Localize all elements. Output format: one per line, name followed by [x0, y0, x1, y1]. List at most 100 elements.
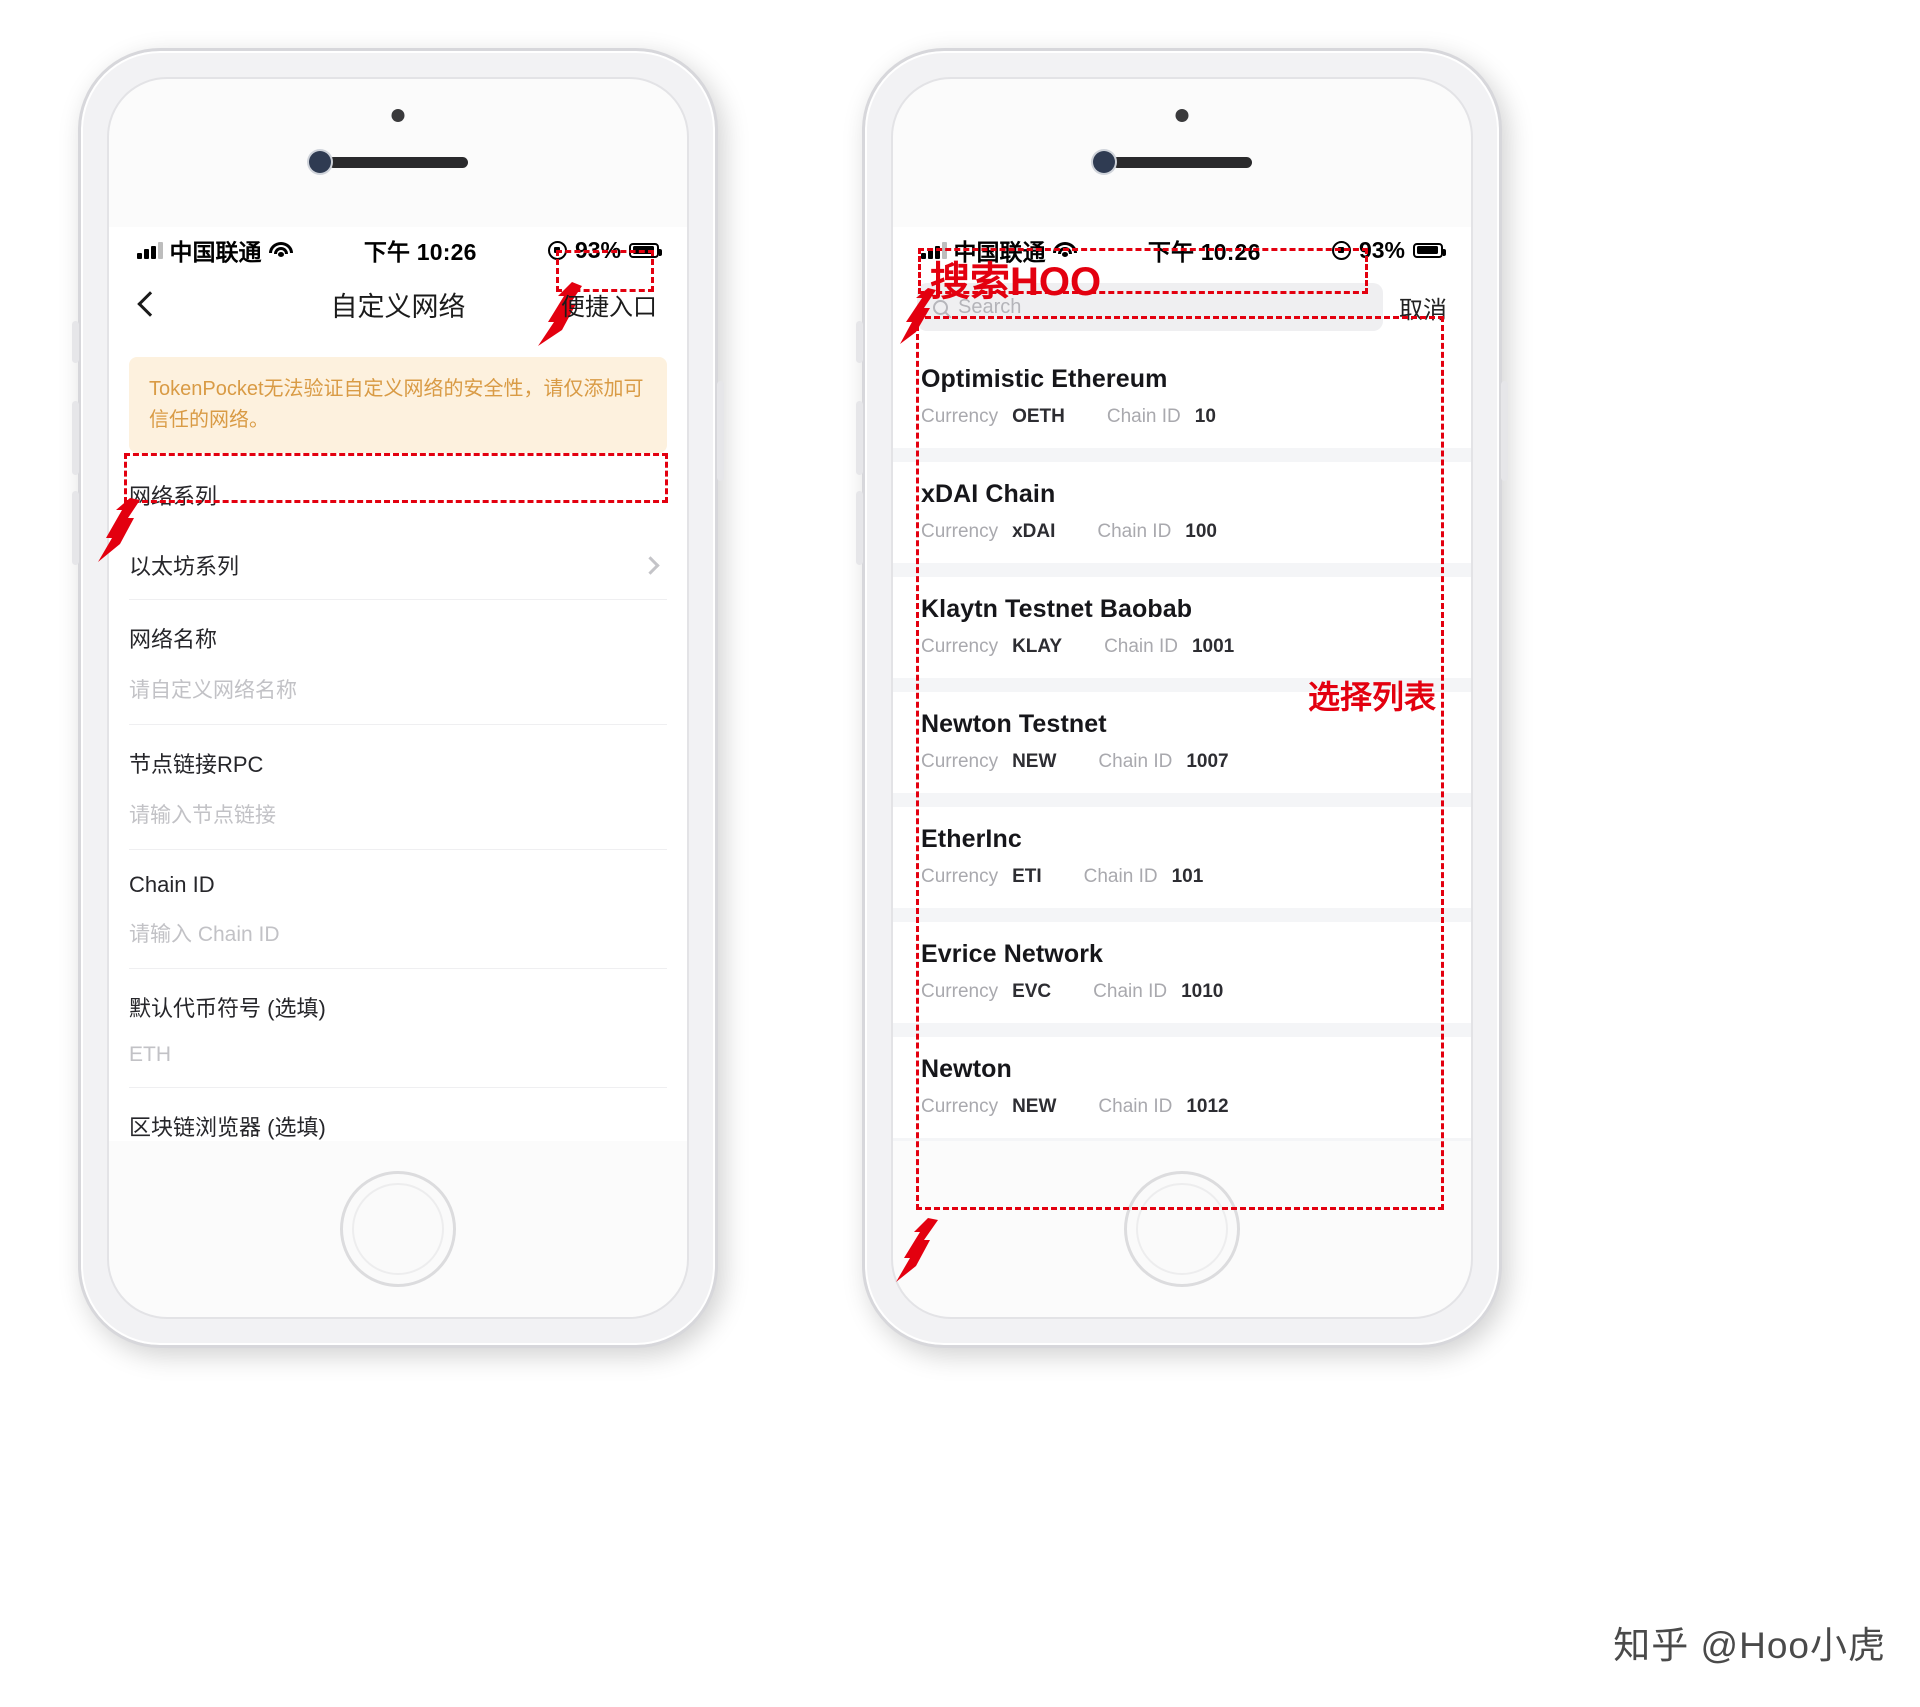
- status-bar-right-cluster: 93%: [1331, 236, 1446, 264]
- list-item[interactable]: Klaytn Testnet Baobab Currency KLAY Chain I…: [893, 577, 1471, 678]
- currency-value: xDAI: [1012, 521, 1056, 542]
- network-meta: Currency OETH Chain ID 10: [921, 406, 1443, 428]
- left-phone-screen: 中国联通 下午 10:26 93% 自定义网络 便捷入口 TokenPocket…: [109, 227, 687, 1141]
- currency-value: OETH: [1012, 406, 1065, 427]
- right-phone-screen: 中国联通 下午 10:26 93% Search 取消 Optimistic E…: [893, 227, 1471, 1141]
- signal-strength-icon-right: [921, 242, 947, 259]
- network-meta: Currency NEW Chain ID 1012: [921, 1096, 1443, 1118]
- right-phone-device: 中国联通 下午 10:26 93% Search 取消 Optimistic E…: [856, 48, 1508, 1348]
- home-button[interactable]: [340, 1171, 456, 1287]
- network-series-label: 网络系列: [129, 484, 218, 509]
- power-button-right[interactable]: [1501, 381, 1508, 481]
- proximity-sensor-icon: [391, 109, 405, 122]
- list-item[interactable]: Newton Currency NEW Chain ID 1012: [893, 1037, 1471, 1138]
- volume-up-button-right[interactable]: [856, 401, 863, 475]
- search-icon: [933, 299, 948, 315]
- quick-entry-button[interactable]: 便捷入口: [555, 283, 663, 326]
- search-placeholder: Search: [958, 295, 1022, 318]
- network-series-value: 以太坊系列: [129, 554, 240, 579]
- network-name-input[interactable]: 请自定义网络名称: [129, 674, 667, 704]
- home-button-right[interactable]: [1124, 1171, 1240, 1287]
- network-name: Newton Testnet: [921, 710, 1107, 738]
- search-bar: Search 取消: [893, 273, 1471, 347]
- mute-switch-right[interactable]: [856, 321, 863, 363]
- front-camera-icon-right: [1093, 151, 1115, 173]
- list-separator: [893, 678, 1471, 692]
- list-separator: [893, 793, 1471, 807]
- chain-id-value: 100: [1185, 521, 1217, 542]
- network-meta: Currency KLAY Chain ID 1001: [921, 636, 1443, 658]
- currency-label: Currency: [921, 866, 999, 887]
- list-item[interactable]: xDAI Chain Currency xDAI Chain ID 100: [893, 462, 1471, 563]
- chain-id-value: 1001: [1191, 636, 1235, 657]
- carrier-label-right: 中国联通: [953, 239, 1046, 265]
- search-cancel-button[interactable]: 取消: [1399, 290, 1447, 325]
- volume-down-button[interactable]: [72, 491, 79, 565]
- status-bar-left: 中国联通: [137, 233, 293, 267]
- explorer-group: 区块链浏览器 (选填) 请输入区块链浏览器链接: [129, 1088, 667, 1141]
- network-meta: Currency ETI Chain ID 101: [921, 866, 1443, 888]
- network-name: EtherInc: [921, 825, 1022, 853]
- currency-value: EVC: [1012, 981, 1052, 1002]
- list-separator: [893, 1023, 1471, 1037]
- currency-value: ETI: [1012, 866, 1042, 887]
- network-name: xDAI Chain: [921, 480, 1056, 508]
- security-warning-banner: TokenPocket无法验证自定义网络的安全性，请仅添加可信任的网络。: [129, 357, 667, 453]
- currency-label: Currency: [921, 406, 999, 427]
- network-name: Newton: [921, 1055, 1012, 1083]
- carrier-label: 中国联通: [169, 239, 262, 265]
- network-series-select[interactable]: 以太坊系列: [129, 531, 667, 600]
- list-item[interactable]: Evrice Network Currency EVC Chain ID 1010: [893, 922, 1471, 1023]
- network-list: Optimistic Ethereum Currency OETH Chain ID 1…: [893, 347, 1471, 1141]
- battery-icon-right: [1413, 242, 1446, 258]
- chain-id-value: 1007: [1186, 751, 1229, 772]
- left-phone-device: 中国联通 下午 10:26 93% 自定义网络 便捷入口 TokenPocket…: [72, 48, 724, 1348]
- currency-label: Currency: [921, 521, 999, 542]
- status-bar: 中国联通 下午 10:26 93%: [109, 227, 687, 273]
- symbol-label: 默认代币符号 (选填): [129, 996, 326, 1021]
- mute-switch[interactable]: [72, 321, 79, 363]
- clock-label-right: 下午 10:26: [1147, 239, 1261, 265]
- earpiece-speaker-right: [1112, 157, 1252, 168]
- volume-down-button-right[interactable]: [856, 491, 863, 565]
- symbol-group: 默认代币符号 (选填) ETH: [129, 969, 667, 1088]
- list-item[interactable]: Newton Testnet Currency NEW Chain ID 1007: [893, 692, 1471, 793]
- clock-label: 下午 10:26: [363, 239, 477, 265]
- list-item[interactable]: EtherInc Currency ETI Chain ID 101: [893, 807, 1471, 908]
- rpc-input[interactable]: 请输入节点链接: [129, 799, 667, 829]
- custom-network-form: 网络系列 以太坊系列 网络名称 请自定义网络名称 节点链接RPC 请输入节点链接: [109, 453, 687, 1141]
- chevron-right-icon: [641, 555, 660, 575]
- right-phone-bezel: 中国联通 下午 10:26 93% Search 取消 Optimistic E…: [891, 77, 1473, 1319]
- chain-id-label: Chain ID: [1098, 1096, 1173, 1117]
- chain-id-label: Chain ID: [1106, 406, 1181, 427]
- chain-id-label: Chain ID: [1083, 866, 1158, 887]
- currency-value: KLAY: [1012, 636, 1063, 657]
- status-bar-left-right-phone: 中国联通: [921, 233, 1077, 267]
- network-name: Klaytn Testnet Baobab: [921, 595, 1193, 623]
- list-separator: [893, 563, 1471, 577]
- signal-strength-icon: [137, 242, 163, 259]
- currency-label: Currency: [921, 751, 999, 772]
- chain-id-input[interactable]: 请输入 Chain ID: [129, 918, 667, 948]
- rpc-label: 节点链接RPC: [129, 752, 264, 777]
- wifi-icon: [268, 241, 293, 259]
- chain-id-value: 10: [1194, 406, 1216, 427]
- power-button[interactable]: [717, 381, 724, 481]
- rotation-lock-icon-right: [1331, 240, 1351, 260]
- explorer-label: 区块链浏览器 (选填): [129, 1115, 326, 1140]
- symbol-input[interactable]: ETH: [129, 1043, 667, 1067]
- battery-percent-label-right: 93%: [1358, 236, 1405, 263]
- front-camera-icon: [309, 151, 331, 173]
- network-name-group: 网络名称 请自定义网络名称: [129, 600, 667, 725]
- chain-id-label: Chain ID: [129, 872, 215, 897]
- chain-id-group: Chain ID 请输入 Chain ID: [129, 850, 667, 969]
- battery-percent-label: 93%: [574, 236, 621, 263]
- chain-id-label: Chain ID: [1093, 981, 1168, 1002]
- list-item[interactable]: Optimistic Ethereum Currency OETH Chain ID 1…: [893, 347, 1471, 448]
- chain-id-value: 1012: [1186, 1096, 1229, 1117]
- volume-up-button[interactable]: [72, 401, 79, 475]
- wifi-icon-right: [1052, 241, 1077, 259]
- navigation-bar: 自定义网络 便捷入口: [109, 273, 687, 335]
- list-separator: [893, 448, 1471, 462]
- search-input[interactable]: Search: [917, 283, 1383, 331]
